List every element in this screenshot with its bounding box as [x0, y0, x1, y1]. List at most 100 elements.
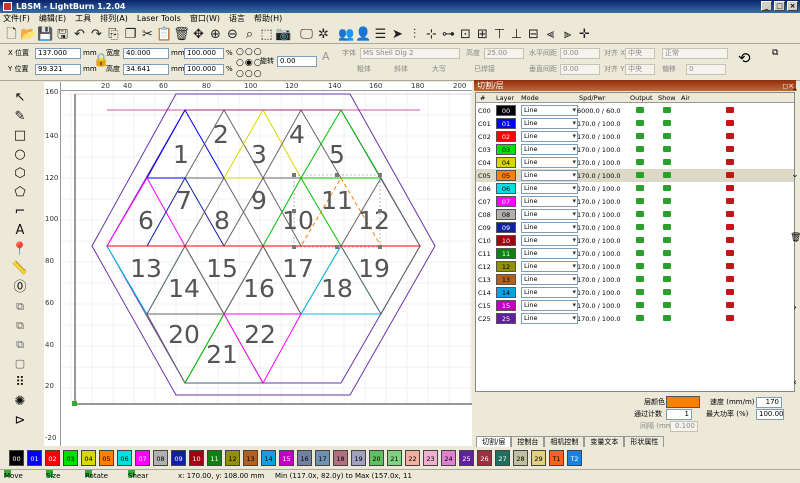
palette-swatch[interactable]: 15: [279, 450, 294, 466]
caps-checkbox[interactable]: 大写: [432, 64, 446, 75]
design-drawing[interactable]: 12345678910111213141516171819202122: [61, 91, 472, 446]
palette-swatch[interactable]: 20: [369, 450, 384, 466]
palette-swatch[interactable]: 21: [387, 450, 402, 466]
layer-mode-select[interactable]: Line: [521, 209, 578, 220]
scroll-right-button[interactable]: ›: [790, 303, 800, 313]
close-button[interactable]: ×: [787, 1, 798, 11]
layer-color-swatch[interactable]: 10: [496, 235, 516, 246]
layer-color-swatch[interactable]: 13: [496, 274, 516, 285]
crosshair-icon[interactable]: ✛: [576, 26, 593, 43]
layer-mode-select[interactable]: Line: [521, 300, 578, 311]
scale-width-input[interactable]: 100.000: [184, 48, 224, 59]
align-middle-icon[interactable]: ⊟: [525, 26, 542, 43]
italic-checkbox[interactable]: 斜体: [394, 64, 408, 75]
font-select[interactable]: MS Shell Dlg 2: [360, 48, 460, 59]
font-height-input[interactable]: 25.00: [484, 48, 524, 59]
layer-row[interactable]: C06 06 Line170.0 / 100.0: [476, 182, 794, 195]
layer-row[interactable]: C11 11 Line170.0 / 100.0: [476, 247, 794, 260]
menu-tools[interactable]: 工具: [75, 13, 91, 25]
air-toggle-icon[interactable]: [726, 302, 734, 308]
distribute-h-icon[interactable]: ⫷: [542, 26, 559, 43]
output-toggle-icon[interactable]: [636, 198, 644, 204]
layer-row[interactable]: C15 15 Line170.0 / 100.0: [476, 299, 794, 312]
polygon-tool-icon[interactable]: ⬡: [10, 164, 30, 183]
send-icon[interactable]: ➤: [389, 26, 406, 43]
passes-input[interactable]: 1: [666, 409, 692, 420]
air-toggle-icon[interactable]: [726, 185, 734, 191]
boolean-intersection-icon[interactable]: ⧉: [10, 335, 30, 354]
palette-swatch[interactable]: 01: [27, 450, 42, 466]
cut-icon[interactable]: ✂: [139, 26, 156, 43]
ellipse-tool-icon[interactable]: ○: [10, 145, 30, 164]
output-toggle-icon[interactable]: [636, 276, 644, 282]
welded-checkbox[interactable]: 已焊接: [474, 64, 495, 75]
show-toggle-icon[interactable]: [663, 159, 671, 165]
air-toggle-icon[interactable]: [726, 315, 734, 321]
boolean-union-icon[interactable]: ⧉: [10, 297, 30, 316]
output-toggle-icon[interactable]: [636, 107, 644, 113]
select-tool-icon[interactable]: ↖: [10, 88, 30, 107]
layer-mode-select[interactable]: Line: [521, 131, 578, 142]
x-position-input[interactable]: 137.000: [35, 48, 81, 59]
layer-mode-select[interactable]: Line: [521, 274, 578, 285]
tabs-tool-icon[interactable]: ⓪: [10, 278, 30, 297]
auto-join-icon[interactable]: ⊳: [10, 411, 30, 430]
layer-color-swatch[interactable]: 14: [496, 287, 516, 298]
delete-icon[interactable]: 🗑: [173, 26, 190, 43]
layer-mode-select[interactable]: Line: [521, 235, 578, 246]
air-toggle-icon[interactable]: [726, 276, 734, 282]
boolean-difference-icon[interactable]: ⧉: [10, 316, 30, 335]
air-toggle-icon[interactable]: [726, 107, 734, 113]
redo-icon[interactable]: ↷: [88, 26, 105, 43]
output-toggle-icon[interactable]: [636, 146, 644, 152]
scale-height-input[interactable]: 100.000: [184, 64, 224, 75]
palette-swatch[interactable]: 11: [207, 450, 222, 466]
layer-color-swatch[interactable]: 02: [496, 131, 516, 142]
edit-nodes-icon[interactable]: ⬠: [10, 183, 30, 202]
circular-array-icon[interactable]: ✺: [10, 392, 30, 411]
users-icon[interactable]: 👥: [338, 26, 355, 43]
camera-icon[interactable]: 📷: [275, 26, 292, 43]
layer-mode-select[interactable]: Line: [521, 118, 578, 129]
layer-mode-select[interactable]: Line: [521, 105, 578, 116]
show-toggle-icon[interactable]: [663, 120, 671, 126]
menu-laser-tools[interactable]: Laser Tools: [137, 13, 181, 25]
group-icon[interactable]: ⊡: [457, 26, 474, 43]
output-toggle-icon[interactable]: [636, 211, 644, 217]
layer-row[interactable]: C09 09 Line170.0 / 100.0: [476, 221, 794, 234]
speed-input[interactable]: 170: [756, 397, 782, 408]
palette-swatch[interactable]: 18: [333, 450, 348, 466]
air-toggle-icon[interactable]: [726, 289, 734, 295]
position-laser-icon[interactable]: 📍: [10, 240, 30, 259]
distribute-icon[interactable]: ⊶: [440, 26, 457, 43]
air-toggle-icon[interactable]: [726, 211, 734, 217]
minimize-button[interactable]: _: [761, 1, 772, 11]
show-toggle-icon[interactable]: [663, 107, 671, 113]
palette-swatch[interactable]: 08: [153, 450, 168, 466]
output-toggle-icon[interactable]: [636, 133, 644, 139]
rectangle-tool-icon[interactable]: □: [10, 126, 30, 145]
palette-swatch[interactable]: 13: [243, 450, 258, 466]
align-y-select[interactable]: 中央: [625, 64, 655, 75]
menu-edit[interactable]: 编辑(E): [39, 13, 66, 25]
measure-tool-icon[interactable]: 📏: [10, 259, 30, 278]
layer-color-swatch[interactable]: 04: [496, 157, 516, 168]
paste-icon[interactable]: 📋: [156, 26, 173, 43]
air-toggle-icon[interactable]: [726, 146, 734, 152]
menu-help[interactable]: 帮助(H): [254, 13, 282, 25]
layer-color-swatch[interactable]: 08: [496, 209, 516, 220]
show-toggle-icon[interactable]: [663, 315, 671, 321]
bold-checkbox[interactable]: 粗体: [357, 64, 371, 75]
air-toggle-icon[interactable]: [726, 263, 734, 269]
menu-arrange[interactable]: 排列(A): [100, 13, 128, 25]
open-icon[interactable]: 📂: [20, 26, 37, 43]
air-toggle-icon[interactable]: [726, 133, 734, 139]
palette-swatch[interactable]: 09: [171, 450, 186, 466]
layers-icon[interactable]: ☰: [372, 26, 389, 43]
import-icon[interactable]: ⎘: [105, 26, 122, 43]
palette-swatch[interactable]: 12: [225, 450, 240, 466]
text-tool-icon[interactable]: A: [10, 221, 30, 240]
output-toggle-icon[interactable]: [636, 185, 644, 191]
offset-input[interactable]: 0: [686, 64, 726, 75]
layer-mode-select[interactable]: Line: [521, 248, 578, 259]
